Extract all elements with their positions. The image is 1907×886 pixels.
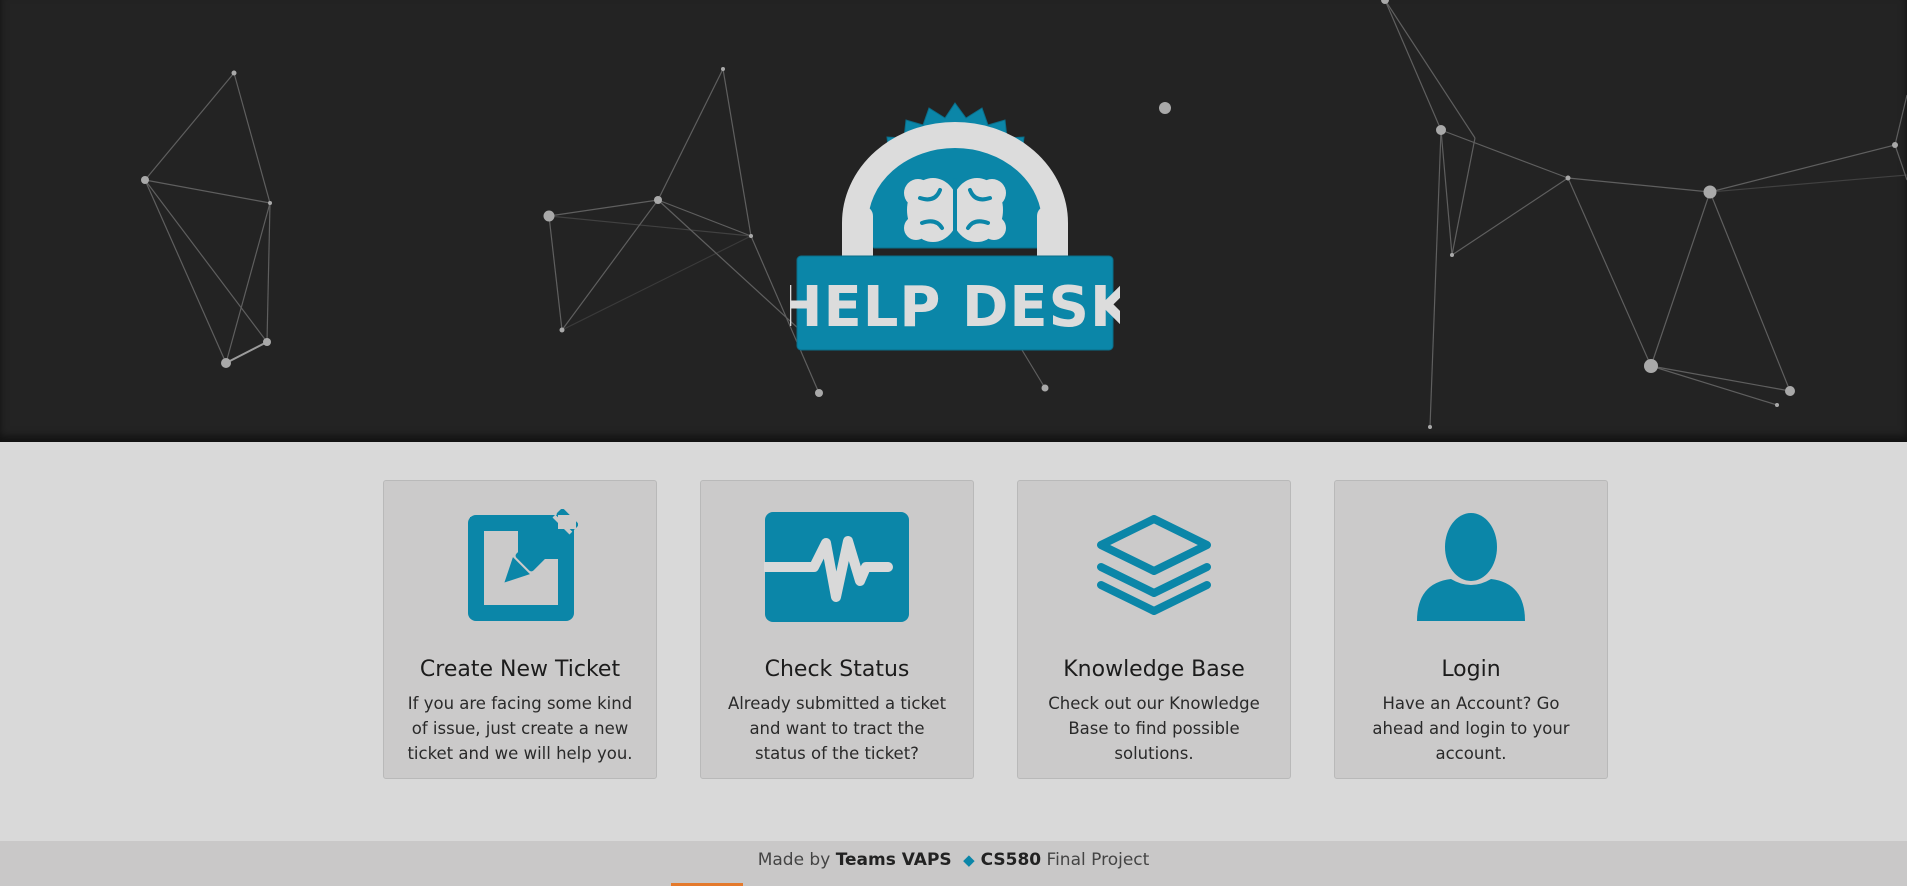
hero-banner: HELP DESK — [0, 0, 1907, 442]
card-description: Have an Account? Go ahead and login to y… — [1372, 694, 1570, 763]
card-title: Login — [1441, 657, 1501, 682]
card-description: If you are facing some kind of issue, ju… — [407, 694, 633, 763]
card-title: Knowledge Base — [1063, 657, 1245, 682]
card-title: Check Status — [764, 657, 910, 682]
edit-square-icon — [384, 509, 656, 625]
card-title: Create New Ticket — [419, 657, 621, 682]
help-desk-logo[interactable]: HELP DESK — [776, 98, 1135, 358]
knowledge-base-card[interactable]: Knowledge Base Check out our Knowledge B… — [1017, 480, 1291, 779]
footer-course: CS580 — [980, 850, 1042, 870]
logo-text: HELP DESK — [790, 275, 1120, 340]
footer-prefix: Made by — [757, 850, 831, 870]
footer-suffix: Final Project — [1046, 850, 1150, 870]
diamond-icon: ◆ — [963, 851, 975, 869]
user-icon — [1335, 509, 1607, 625]
footer: Made by Teams VAPS ◆ CS580 Final Project — [0, 841, 1907, 886]
card-description: Check out our Knowledge Base to find pos… — [1048, 694, 1260, 763]
create-ticket-card[interactable]: Create New Ticket If you are facing some… — [383, 480, 657, 779]
footer-team: Teams VAPS — [835, 850, 952, 870]
login-card[interactable]: Login Have an Account? Go ahead and logi… — [1334, 480, 1608, 779]
card-description: Already submitted a ticket and want to t… — [727, 694, 947, 763]
heartbeat-monitor-icon — [701, 509, 973, 625]
check-status-card[interactable]: Check Status Already submitted a ticket … — [700, 480, 974, 779]
brain-headphones-icon: HELP DESK — [776, 102, 1135, 351]
layers-stack-icon — [1018, 509, 1290, 625]
feature-cards: Create New Ticket If you are facing some… — [383, 480, 1611, 780]
